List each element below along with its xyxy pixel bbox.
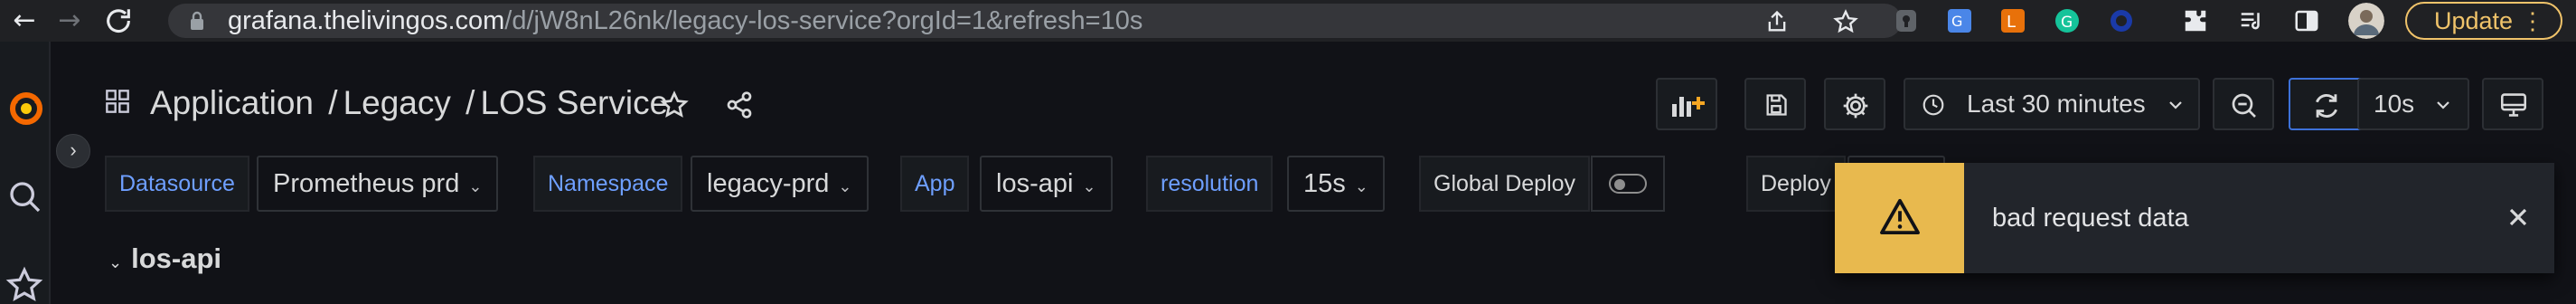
grafana-logo-icon[interactable]	[7, 89, 45, 127]
breadcrumb-separator: /	[328, 84, 338, 121]
svg-text:L: L	[2007, 13, 2016, 32]
pdf-extension-icon[interactable]: L	[1999, 7, 2026, 34]
page-title[interactable]: LOS Service	[480, 84, 668, 121]
svg-text:G: G	[2061, 14, 2073, 32]
refresh-interval-picker[interactable]: 10s	[2357, 78, 2469, 130]
refresh-dashboard-button[interactable]	[2289, 78, 2364, 130]
variable-select-resolution[interactable]: 15s ⌄	[1287, 156, 1385, 212]
save-icon	[1766, 94, 1787, 116]
variable-value: Prometheus prd	[273, 169, 460, 198]
svg-text:G: G	[1951, 13, 1962, 30]
variable-label-resolution: resolution	[1146, 156, 1274, 212]
url-text[interactable]: grafana.thelivingos.com/d/jW8nL26nk/lega…	[228, 4, 1142, 38]
dashboard-settings-button[interactable]	[1824, 78, 1885, 130]
address-bar[interactable]: grafana.thelivingos.com/d/jW8nL26nk/lega…	[168, 4, 1902, 38]
toggle-knob	[1614, 179, 1625, 190]
variable-value: los-api	[996, 169, 1074, 198]
reload-icon[interactable]	[101, 4, 136, 38]
variable-value: legacy-prd	[707, 169, 830, 198]
add-panel-button[interactable]	[1656, 78, 1717, 130]
add-panel-icon	[1672, 97, 1705, 117]
variable-label-datasource: Datasource	[105, 156, 249, 212]
breadcrumb: Application / Legacy / LOS Service	[150, 78, 668, 128]
toast-icon-area	[1835, 163, 1964, 273]
expand-menu-button[interactable]: ›	[56, 134, 90, 168]
toast-message: bad request data	[1992, 204, 2189, 233]
variable-label-namespace: Namespace	[533, 156, 683, 212]
breadcrumb-folder[interactable]: Application	[150, 84, 314, 121]
chevron-down-icon: ⌄	[838, 177, 852, 195]
url-path: /d/jW8nL26nk/legacy-los-service?orgId=1&…	[504, 6, 1143, 35]
variable-value: 15s	[1303, 169, 1346, 198]
alert-toast: bad request data	[1835, 163, 2554, 273]
save-dashboard-button[interactable]	[1744, 78, 1806, 130]
variable-label-app: App	[900, 156, 970, 212]
dashboard-row-header[interactable]: ⌄ los-api	[108, 242, 221, 275]
profile-avatar[interactable]	[2348, 3, 2384, 39]
chevron-down-icon: ⌄	[1354, 177, 1368, 195]
chevron-down-icon: ⌄	[468, 177, 483, 195]
zoom-out-button[interactable]	[2213, 78, 2274, 130]
time-range-label: Last 30 minutes	[1967, 90, 2146, 118]
circle-extension-icon[interactable]	[2108, 7, 2135, 34]
password-manager-extension-icon[interactable]	[1893, 7, 1920, 34]
variable-label-deploy: Deploy	[1746, 156, 1846, 212]
chrome-menu-icon[interactable]: ⋮	[2521, 4, 2544, 38]
breadcrumb-subfolder[interactable]: Legacy	[343, 84, 451, 121]
zoom-out-icon	[2232, 93, 2256, 118]
share-dashboard-icon[interactable]	[725, 90, 754, 119]
global-deploy-toggle[interactable]	[1609, 174, 1647, 194]
variable-select-datasource[interactable]: Prometheus prd ⌄	[257, 156, 499, 212]
update-label: Update	[2434, 7, 2514, 34]
close-icon[interactable]	[2504, 203, 2533, 232]
back-icon[interactable]: ←	[7, 4, 42, 38]
mark-favorite-icon[interactable]	[660, 90, 689, 119]
url-host: grafana.thelivingos.com	[228, 6, 505, 35]
chevron-down-icon	[2169, 101, 2182, 109]
extensions-icon[interactable]	[2182, 7, 2209, 34]
clock-icon	[1923, 94, 1944, 116]
reading-list-icon[interactable]	[2238, 7, 2265, 34]
warning-icon	[1880, 198, 1920, 235]
translate-extension-icon[interactable]: G	[1946, 7, 1973, 34]
starred-icon[interactable]	[5, 266, 43, 304]
lock-icon[interactable]	[188, 11, 206, 31]
gear-icon	[1843, 93, 1868, 119]
global-deploy-toggle-container	[1591, 156, 1665, 212]
browser-toolbar: ← → grafana.thelivingos.com/d/jW8nL26nk/…	[0, 0, 2576, 42]
side-panel-icon[interactable]	[2293, 7, 2320, 34]
breadcrumb-separator: /	[465, 84, 475, 121]
forward-icon[interactable]: →	[52, 4, 87, 38]
search-icon[interactable]	[7, 179, 43, 215]
side-menu	[0, 42, 51, 304]
row-title: los-api	[131, 242, 221, 274]
chevron-down-icon: ⌄	[1082, 177, 1096, 195]
refresh-icon	[2316, 94, 2337, 118]
variable-label-global-deploy: Global Deploy	[1419, 156, 1591, 212]
variable-select-app[interactable]: los-api ⌄	[980, 156, 1113, 212]
monitor-icon	[2501, 93, 2526, 117]
bookmark-star-icon[interactable]	[1833, 9, 1858, 34]
chevron-down-icon	[2437, 101, 2449, 109]
share-page-icon[interactable]	[1764, 9, 1790, 34]
grammarly-extension-icon[interactable]: G	[2054, 7, 2081, 34]
dashboards-grid-icon	[106, 90, 129, 113]
chevron-down-icon: ⌄	[108, 253, 123, 271]
update-button[interactable]: Update ⋮	[2405, 2, 2562, 40]
time-range-picker[interactable]: Last 30 minutes	[1904, 78, 2200, 130]
view-mode-button[interactable]	[2482, 78, 2543, 130]
variable-select-namespace[interactable]: legacy-prd ⌄	[691, 156, 869, 212]
refresh-interval-label: 10s	[2374, 90, 2415, 118]
